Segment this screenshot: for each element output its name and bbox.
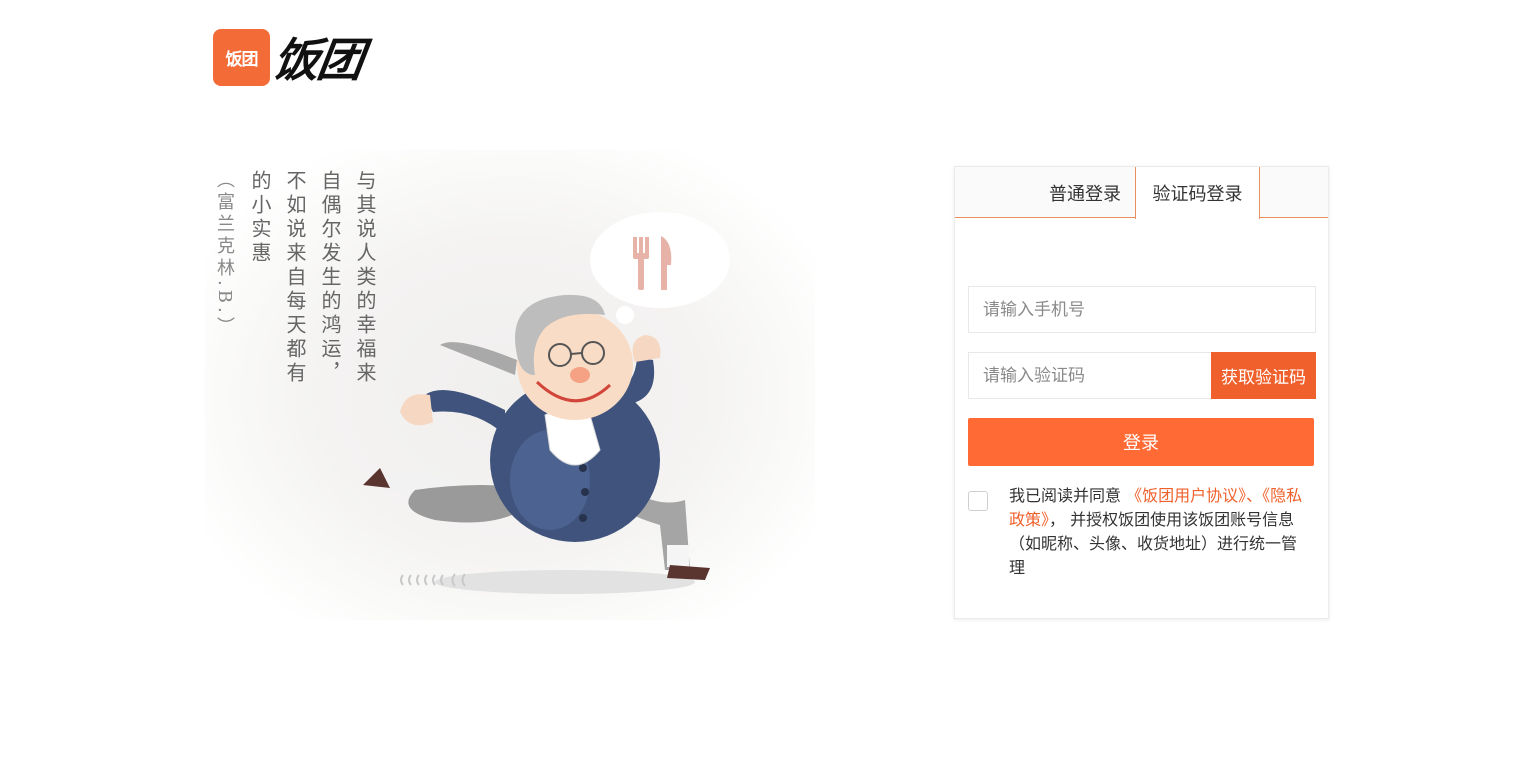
verification-code-input[interactable] xyxy=(968,352,1212,399)
logo-badge: 饭团 xyxy=(213,28,270,86)
tab-sms-login[interactable]: 验证码登录 xyxy=(1135,167,1260,219)
quote-line-1: 与其说人类的幸福来 xyxy=(353,170,377,386)
logo-wordmark: 饭团 xyxy=(269,33,366,87)
hero-illustration: 与其说人类的幸福来 自偶尔发生的鸿运， 不如说来自每天都有 的小实惠 （富兰克林… xyxy=(205,150,815,620)
user-agreement-link[interactable]: 《饭团用户协议》 xyxy=(1126,486,1246,505)
agreement-prefix: 我已阅读并同意 xyxy=(1009,486,1127,505)
agreement-checkbox[interactable] xyxy=(968,491,988,511)
get-code-button[interactable]: 获取验证码 xyxy=(1211,352,1316,399)
tab-password-login[interactable]: 普通登录 xyxy=(1035,167,1135,218)
quote-line-2: 自偶尔发生的鸿运， xyxy=(318,170,342,386)
phone-input[interactable] xyxy=(968,286,1316,333)
login-tabs: 普通登录 验证码登录 xyxy=(955,167,1328,219)
brand-logo[interactable]: 饭团 饭团 xyxy=(213,26,365,88)
quote-attribution: （富兰克林.B.） xyxy=(214,170,235,339)
quote-line-3: 不如说来自每天都有 xyxy=(283,170,307,386)
agreement-text: 我已阅读并同意 《饭团用户协议》、《隐私政策》， 并授权饭团使用该饭团账号信息（… xyxy=(1009,484,1309,580)
login-button[interactable]: 登录 xyxy=(968,418,1314,466)
agreement-separator: 、 xyxy=(1246,486,1263,505)
login-panel: 普通登录 验证码登录 获取验证码 登录 我已阅读并同意 《饭团用户协议》、《隐私… xyxy=(954,166,1329,619)
quote-line-4: 的小实惠 xyxy=(248,170,272,266)
agreement-suffix: ， 并授权饭团使用该饭团账号信息（如昵称、头像、收货地址）进行统一管理 xyxy=(1009,510,1298,577)
